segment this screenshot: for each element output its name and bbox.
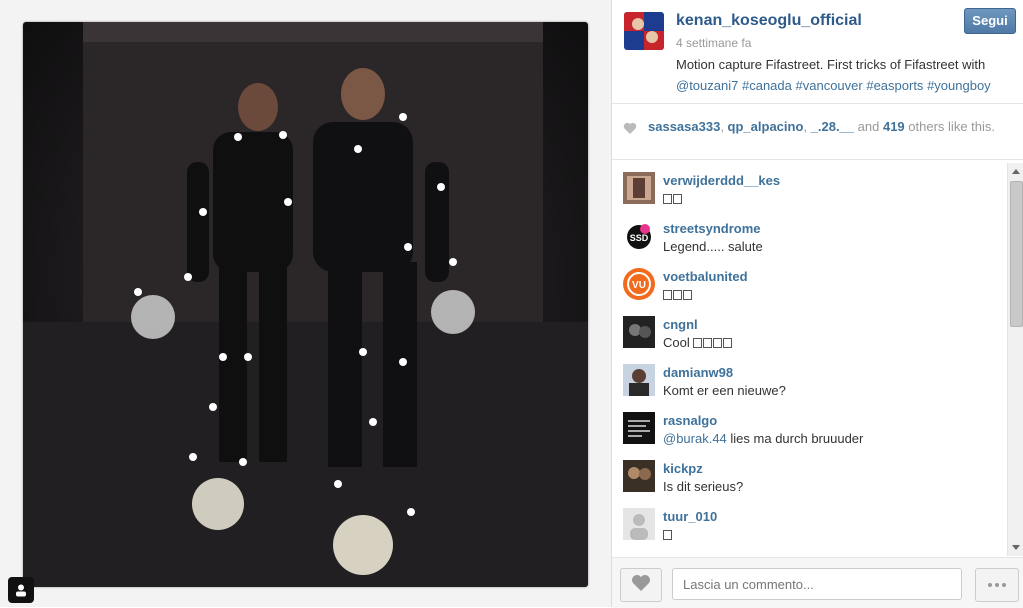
caption-text: Motion capture Fifastreet. First tricks …: [676, 57, 986, 72]
comment-item: cngnl Cool: [612, 306, 1002, 354]
likes-suffix: others like this.: [908, 119, 995, 134]
post-username[interactable]: kenan_koseoglu_official: [676, 12, 862, 30]
comment-avatar[interactable]: [623, 364, 655, 396]
comment-username[interactable]: kickpz: [663, 461, 703, 476]
likes-section: sassasa333, qp_alpacino, _.28.__ and 419…: [612, 104, 1023, 160]
comment-item: tuur_010: [612, 498, 1002, 546]
tag-link[interactable]: #vancouver: [796, 78, 863, 93]
avatar[interactable]: [624, 12, 664, 50]
comment-text: @burak.44 lies ma durch bruuuder: [663, 431, 863, 446]
comment-input[interactable]: [672, 568, 962, 600]
liker-link[interactable]: _.28.__: [811, 119, 854, 134]
comment-item: rasnalgo @burak.44 lies ma durch bruuude…: [612, 402, 1002, 450]
more-dots-icon: [988, 583, 992, 587]
scroll-up-arrow-icon[interactable]: [1012, 169, 1020, 174]
comment-avatar[interactable]: [623, 460, 655, 492]
comment-bar: [612, 557, 1023, 608]
comment-item: verwijderddd__kes: [612, 162, 1002, 210]
comment-text: Legend..... salute: [663, 239, 763, 254]
scroll-down-arrow-icon[interactable]: [1012, 545, 1020, 550]
person-icon[interactable]: [8, 577, 34, 603]
tag-link[interactable]: #youngboy: [927, 78, 991, 93]
comment-username[interactable]: voetbalunited: [663, 269, 748, 284]
tag-link[interactable]: @touzani7: [676, 78, 738, 93]
comment-text: [663, 287, 693, 302]
svg-text:VU: VU: [632, 280, 646, 291]
heart-icon: [631, 574, 651, 597]
comment-text: [663, 527, 673, 542]
comment-avatar[interactable]: [623, 412, 655, 444]
comment-avatar[interactable]: [623, 508, 655, 540]
post-photo[interactable]: [23, 22, 588, 587]
liker-link[interactable]: sassasa333: [648, 119, 720, 134]
comments-scrollbar[interactable]: [1007, 163, 1023, 556]
svg-text:SSD: SSD: [630, 233, 649, 243]
tag-link[interactable]: #easports: [866, 78, 923, 93]
comment-avatar[interactable]: [623, 316, 655, 348]
mention-link[interactable]: @burak.44: [663, 431, 727, 446]
comment-item: SSD streetsyndrome Legend..... salute: [612, 210, 1002, 258]
like-button[interactable]: [620, 568, 662, 602]
heart-icon: [623, 122, 637, 140]
comment-username[interactable]: cngnl: [663, 317, 698, 332]
more-options-button[interactable]: [975, 568, 1019, 602]
likes-count[interactable]: 419: [883, 119, 905, 134]
likes-summary: sassasa333, qp_alpacino, _.28.__ and 419…: [648, 119, 995, 134]
comment-username[interactable]: streetsyndrome: [663, 221, 761, 236]
more-dot: [995, 583, 999, 587]
comment-username[interactable]: rasnalgo: [663, 413, 717, 428]
comment-text: Komt er een nieuwe?: [663, 383, 786, 398]
comment-item: VU voetbalunited: [612, 258, 1002, 306]
post-caption: Motion capture Fifastreet. First tricks …: [676, 54, 1016, 96]
comment-item: kickpz Is dit serieus?: [612, 450, 1002, 498]
comment-text: Is dit serieus?: [663, 479, 744, 494]
comments-list: verwijderddd__kes SSD streetsyndrome Leg…: [612, 162, 1008, 556]
post-header: kenan_koseoglu_official 4 settimane fa M…: [612, 0, 1023, 104]
comment-username[interactable]: tuur_010: [663, 509, 717, 524]
likes-conjunction: and: [857, 119, 880, 134]
comment-username[interactable]: damianw98: [663, 365, 733, 380]
more-dot: [1002, 583, 1006, 587]
comment-username[interactable]: verwijderddd__kes: [663, 173, 780, 188]
caption-tags: @touzani7 #canada #vancouver #easports #…: [676, 78, 991, 93]
comment-avatar[interactable]: VU: [623, 268, 655, 300]
comment-avatar[interactable]: SSD: [623, 220, 655, 252]
scroll-thumb[interactable]: [1010, 181, 1023, 327]
comment-avatar[interactable]: [623, 172, 655, 204]
comment-text: Cool: [663, 335, 733, 350]
comment-item: damianw98 Komt er een nieuwe?: [612, 354, 1002, 402]
post-sidebar: kenan_koseoglu_official 4 settimane fa M…: [611, 0, 1023, 608]
photo-pane: [0, 0, 611, 607]
comment-text-content: lies ma durch bruuuder: [726, 431, 864, 446]
liker-link[interactable]: qp_alpacino: [728, 119, 804, 134]
comment-text: [663, 191, 683, 206]
tag-link[interactable]: #canada: [742, 78, 792, 93]
photo-illustration: [23, 22, 588, 587]
follow-button[interactable]: Segui: [964, 8, 1016, 34]
comment-text-content: Cool: [663, 335, 690, 350]
post-timestamp: 4 settimane fa: [676, 36, 752, 50]
